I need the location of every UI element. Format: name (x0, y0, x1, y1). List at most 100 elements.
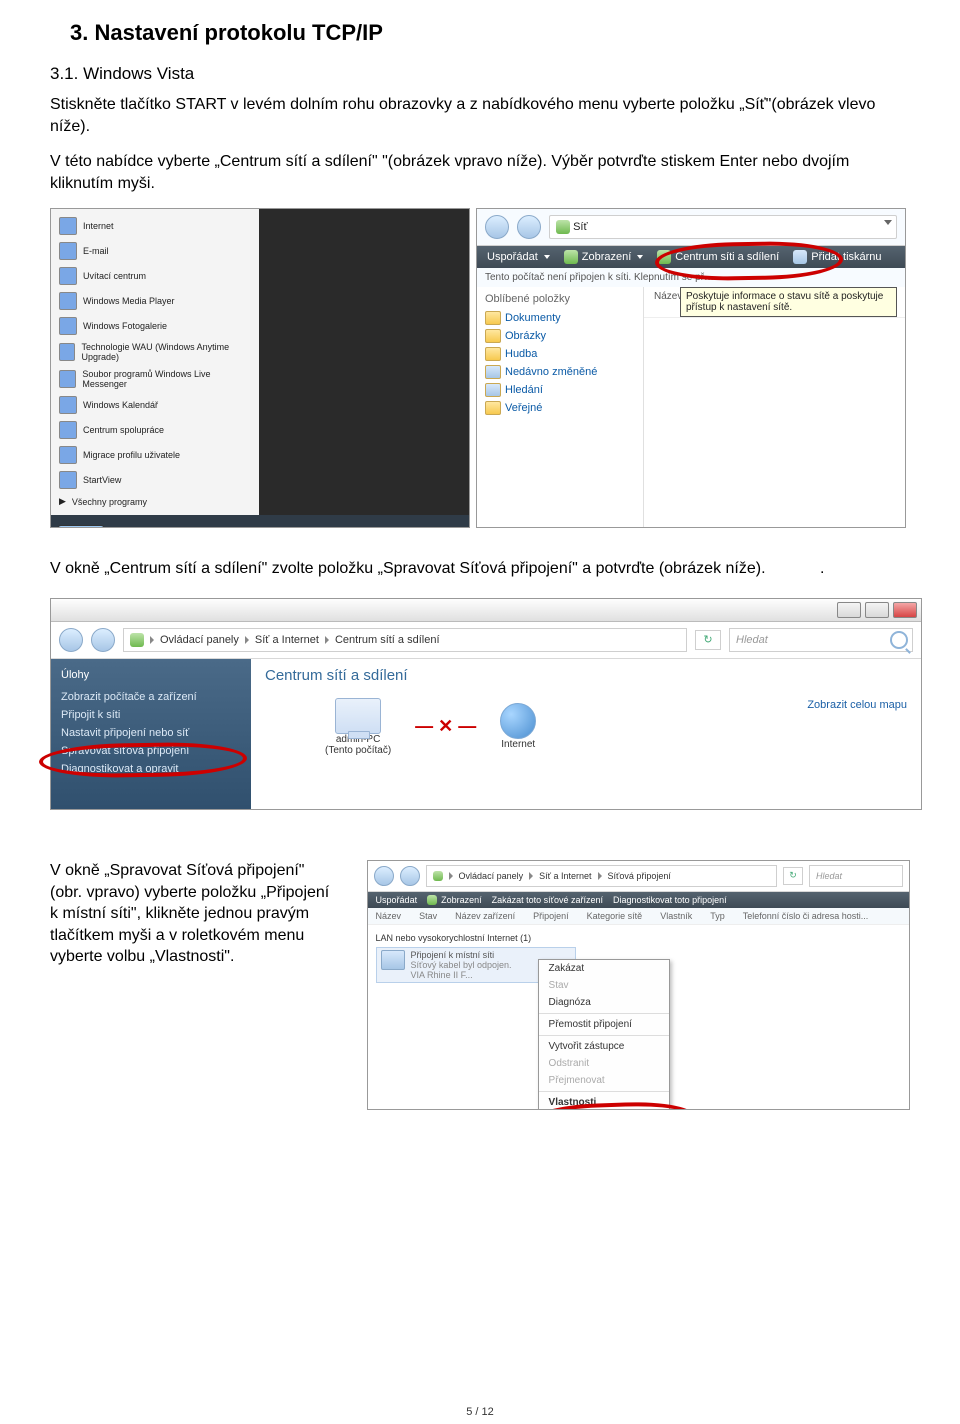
page-title: Centrum sítí a sdílení (265, 667, 907, 684)
context-menu: Zakázat Stav Diagnóza Přemostit připojen… (538, 959, 670, 1110)
refresh-icon[interactable]: ↻ (703, 633, 712, 646)
nav-link[interactable]: Veřejné (485, 401, 635, 415)
toolbar-network-center[interactable]: Centrum síti a sdílení (657, 250, 779, 264)
nav-link[interactable]: Hledání (485, 383, 635, 397)
start-menu-item[interactable]: Soubor programů Windows Live Messenger (55, 367, 255, 391)
connection-device: VIA Rhine II F... (411, 970, 512, 980)
start-menu-item[interactable]: Windows Media Player (55, 290, 255, 312)
search-input[interactable]: Hledat (809, 865, 903, 887)
start-menu-item[interactable]: Windows Fotogalerie (55, 315, 255, 337)
app-icon (59, 217, 77, 235)
user-avatar-icon (57, 525, 105, 528)
network-icon (556, 220, 570, 234)
breadcrumb[interactable]: Ovládací panely Síť a Internet Centrum s… (123, 628, 687, 652)
col-header[interactable]: Telefonní číslo či adresa hosti... (743, 911, 869, 921)
nav-back-button[interactable] (485, 215, 509, 239)
col-header[interactable]: Typ (710, 911, 725, 921)
nav-link[interactable]: Hudba (485, 347, 635, 361)
column-headers: Název Stav Název zařízení Připojení Kate… (368, 908, 909, 925)
nav-link[interactable]: Obrázky (485, 329, 635, 343)
folder-icon (485, 311, 501, 325)
toolbar-organize[interactable]: Uspořádat (487, 251, 550, 263)
ctx-shortcut[interactable]: Vytvořit zástupce (539, 1038, 669, 1055)
col-header[interactable]: Kategorie sítě (587, 911, 643, 921)
toolbar-add-printer[interactable]: Přidat tiskárnu (793, 250, 881, 264)
heading-1: 3. Nastavení protokolu TCP/IP (70, 20, 910, 46)
start-menu-item[interactable]: Technologie WAU (Windows Anytime Upgrade… (55, 340, 255, 364)
task-link[interactable]: Připojit k síti (61, 709, 241, 721)
address-text: Síť (573, 221, 588, 233)
toolbar: Uspořádat Zobrazení Zakázat toto síťové … (368, 892, 909, 908)
task-link[interactable]: Zobrazit počítače a zařízení (61, 691, 241, 703)
start-menu-item[interactable]: Uvítací centrum (55, 265, 255, 287)
nav-pane-header: Oblíbené položky (485, 293, 635, 305)
refresh-icon[interactable]: ↻ (783, 867, 803, 885)
task-link[interactable]: Diagnostikovat a opravit (61, 763, 241, 775)
nav-forward-button[interactable] (91, 628, 115, 652)
start-menu-item[interactable]: Migrace profilu uživatele (55, 444, 255, 466)
start-menu-item[interactable]: Centrum spolupráce (55, 419, 255, 441)
start-menu-item[interactable]: Internet (55, 215, 255, 237)
stray-period: . (820, 560, 824, 577)
search-input[interactable]: Hledat (729, 628, 913, 652)
app-icon (59, 446, 77, 464)
toolbar-disable[interactable]: Zakázat toto síťové zařízení (492, 895, 603, 905)
col-header[interactable]: Název (654, 291, 682, 313)
maximize-button[interactable] (865, 602, 889, 618)
computer-icon (335, 698, 381, 734)
nav-back-button[interactable] (59, 628, 83, 652)
toolbar-view[interactable]: Zobrazení (427, 895, 482, 905)
app-icon (59, 267, 77, 285)
node-internet: Internet (500, 703, 536, 750)
group-header: LAN nebo vysokorychlostní Internet (1) (376, 933, 901, 943)
toolbar-diagnose[interactable]: Diagnostikovat toto připojení (613, 895, 727, 905)
tooltip: Poskytuje informace o stavu sítě a posky… (680, 287, 897, 317)
ctx-bridge[interactable]: Přemostit připojení (539, 1016, 669, 1033)
start-menu-item[interactable]: StartView (55, 469, 255, 491)
toolbar-view[interactable]: Zobrazení (564, 250, 644, 264)
view-full-map-link[interactable]: Zobrazit celou mapu (807, 699, 907, 711)
ctx-properties[interactable]: Vlastnosti (539, 1094, 669, 1110)
col-header[interactable]: Vlastník (660, 911, 692, 921)
start-menu-all-programs[interactable]: ▶Všechny programy (55, 494, 255, 509)
chevron-down-icon (637, 255, 643, 259)
views-icon (427, 895, 437, 905)
col-header[interactable]: Název (376, 911, 402, 921)
app-icon (59, 471, 77, 489)
titlebar (51, 599, 921, 622)
node-this-pc: admin-PC (Tento počítač) (325, 698, 391, 756)
col-header[interactable]: Stav (419, 911, 437, 921)
close-button[interactable] (893, 602, 917, 618)
address-bar: Síť (477, 209, 905, 246)
app-icon (59, 292, 77, 310)
start-menu-item[interactable]: E-mail (55, 240, 255, 262)
screenshot-network-explorer: Síť Uspořádat Zobrazení Centrum síti a s… (476, 208, 906, 528)
globe-icon (500, 703, 536, 739)
address-field[interactable]: Síť (549, 215, 897, 239)
chevron-down-icon (884, 220, 892, 225)
screenshot-network-sharing-center: Ovládací panely Síť a Internet Centrum s… (50, 598, 922, 810)
breadcrumb[interactable]: Ovládací panely Síť a Internet Síťová př… (426, 865, 777, 887)
nav-forward-button[interactable] (517, 215, 541, 239)
task-link[interactable]: Nastavit připojení nebo síť (61, 727, 241, 739)
nic-icon (381, 950, 405, 970)
main-content: Centrum sítí a sdílení Zobrazit celou ma… (251, 659, 921, 809)
nav-link[interactable]: Nedávno změněné (485, 365, 635, 379)
toolbar-organize[interactable]: Uspořádat (376, 895, 418, 905)
address-bar: Ovládací panely Síť a Internet Síťová př… (368, 861, 909, 892)
col-header[interactable]: Název zařízení (455, 911, 515, 921)
start-menu-item[interactable]: Windows Kalendář (55, 394, 255, 416)
start-menu-right-column: admin Dokumenty Obrázky Hudba Hry Hledat… (51, 515, 469, 528)
nav-link[interactable]: Dokumenty (485, 311, 635, 325)
ctx-disable[interactable]: Zakázat (539, 960, 669, 977)
nav-back-button[interactable] (374, 866, 394, 886)
page-number: 5 / 12 (466, 1406, 494, 1418)
tasks-header: Úlohy (61, 669, 241, 681)
folder-icon (485, 401, 501, 415)
col-header[interactable]: Připojení (533, 911, 569, 921)
nav-forward-button[interactable] (400, 866, 420, 886)
ctx-diagnose[interactable]: Diagnóza (539, 994, 669, 1011)
minimize-button[interactable] (837, 602, 861, 618)
task-link-manage-connections[interactable]: Spravovat síťová připojení (61, 745, 241, 757)
app-icon (59, 343, 75, 361)
